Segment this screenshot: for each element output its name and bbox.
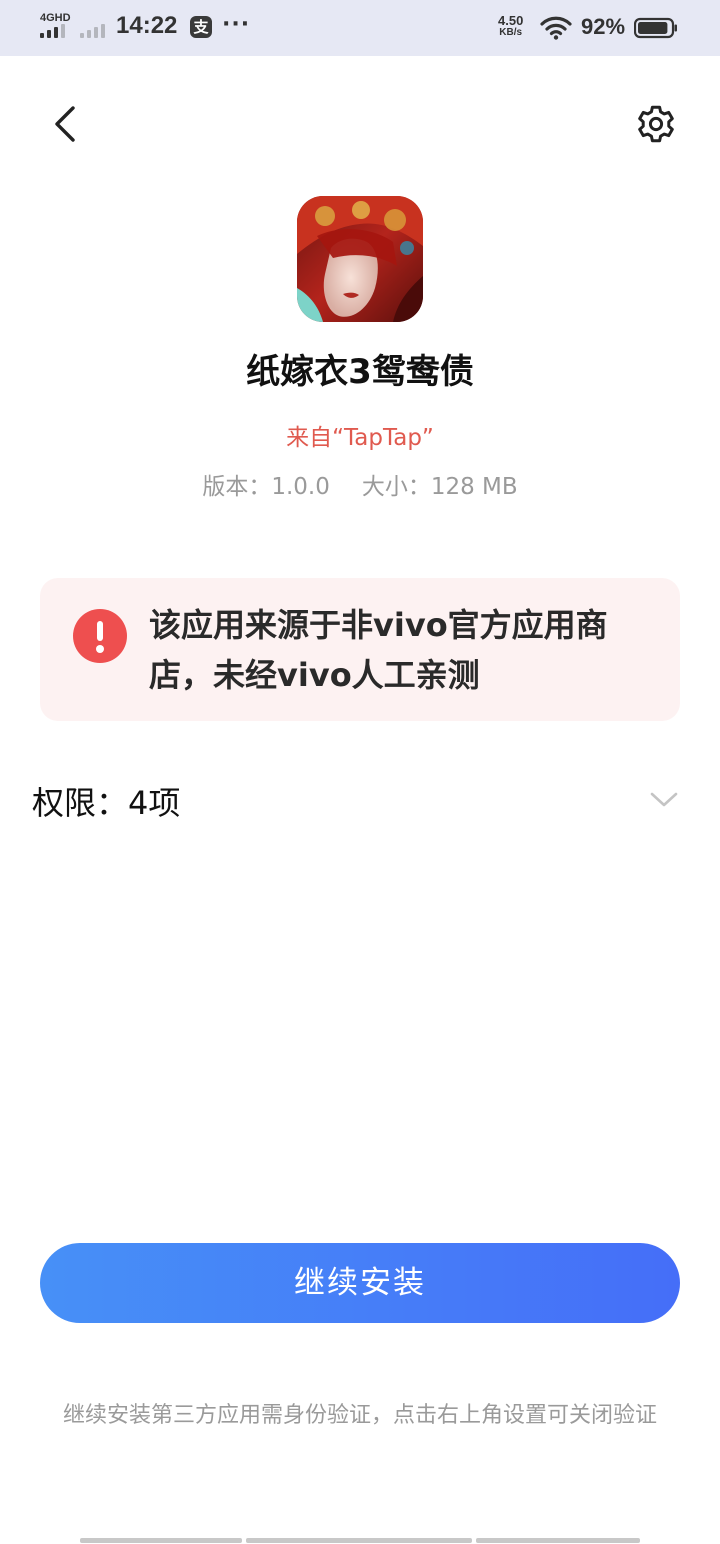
continue-install-button[interactable]: 继续安装 (40, 1243, 680, 1323)
status-bar: 4GHD 14:22 支 ··· 4.50 KB/s 92% (0, 0, 720, 56)
network-type-label: 4GHD (40, 12, 71, 24)
permissions-label: 权限：4项 (32, 784, 181, 822)
app-source: 来自“TapTap” (286, 425, 434, 451)
settings-button[interactable] (630, 98, 682, 150)
app-version: 版本：1.0.0 (202, 474, 330, 500)
secondary-signal-icon (80, 24, 105, 38)
wifi-icon (540, 16, 572, 40)
network-speed-value: 4.50 (498, 13, 524, 28)
battery-icon (634, 17, 677, 39)
app-size: 大小：128 MB (361, 474, 518, 500)
verification-footnote: 继续安装第三方应用需身份验证，点击右上角设置可关闭验证 (62, 1403, 657, 1428)
network-speed-unit: KB/s (499, 27, 523, 38)
back-button[interactable] (40, 98, 92, 150)
permissions-row[interactable]: 权限：4项 (0, 768, 720, 828)
app-icon (297, 196, 423, 322)
warning-card: 该应用来源于非vivo官方应用商店，未经vivo人工亲测 (40, 578, 680, 721)
alipay-icon: 支 (190, 16, 212, 38)
app-meta: 版本：1.0.0 大小：128 MB (0, 467, 720, 501)
network-speed: 4.50 KB/s (498, 13, 524, 39)
exclamation-circle-icon (73, 609, 127, 663)
chevron-down-icon[interactable] (648, 784, 680, 816)
more-notifications-icon: ··· (222, 12, 251, 37)
status-time: 14:22 (116, 12, 178, 39)
home-indicator[interactable] (80, 1538, 640, 1543)
gear-icon (638, 105, 674, 143)
app-name: 纸嫁衣3鸳鸯债 (246, 352, 474, 392)
signal-icon: 4GHD (40, 12, 74, 40)
warning-text: 该应用来源于非vivo官方应用商店，未经vivo人工亲测 (149, 606, 608, 694)
battery-percent: 92% (581, 14, 626, 39)
chevron-left-icon (55, 106, 75, 142)
